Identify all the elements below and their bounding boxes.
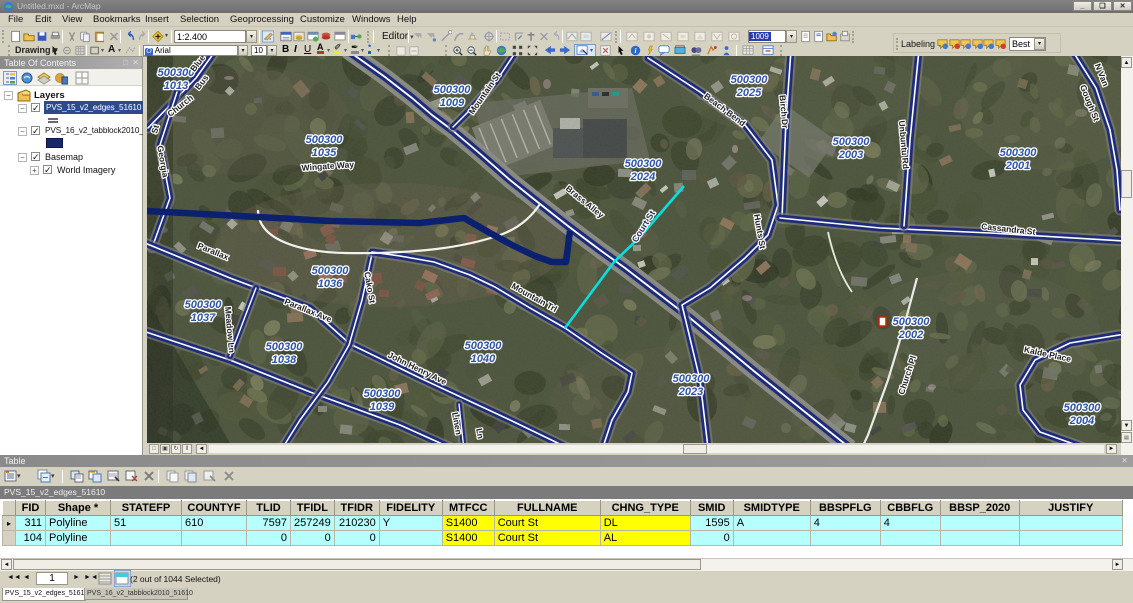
svg-text:1039: 1039 xyxy=(370,401,395,413)
svg-text:1038: 1038 xyxy=(272,354,297,366)
svg-text:500300: 500300 xyxy=(625,158,663,170)
svg-text:Ln: Ln xyxy=(474,427,486,439)
svg-text:1013: 1013 xyxy=(164,80,188,92)
svg-text:500300: 500300 xyxy=(434,84,472,96)
svg-text:500300: 500300 xyxy=(312,265,350,277)
svg-text:500300: 500300 xyxy=(1000,147,1038,159)
svg-text:500300: 500300 xyxy=(731,74,769,86)
svg-text:500300: 500300 xyxy=(673,373,711,385)
svg-text:1037: 1037 xyxy=(191,312,216,324)
svg-text:500300: 500300 xyxy=(364,388,402,400)
svg-text:500300: 500300 xyxy=(893,316,931,328)
svg-text:2004: 2004 xyxy=(1069,415,1094,427)
svg-text:2002: 2002 xyxy=(898,329,923,341)
svg-text:1040: 1040 xyxy=(471,353,496,365)
svg-text:500300: 500300 xyxy=(266,341,304,353)
svg-text:2003: 2003 xyxy=(838,149,863,161)
svg-text:i: i xyxy=(635,47,637,55)
svg-text:1009: 1009 xyxy=(440,97,465,109)
svg-text:2001: 2001 xyxy=(1005,160,1030,172)
svg-text:500300: 500300 xyxy=(1064,402,1102,414)
svg-text:2023: 2023 xyxy=(678,386,703,398)
svg-text:500300: 500300 xyxy=(306,134,344,146)
svg-text:2024: 2024 xyxy=(630,171,655,183)
svg-text:1036: 1036 xyxy=(318,278,343,290)
svg-text:2025: 2025 xyxy=(736,87,762,99)
svg-text:500300: 500300 xyxy=(833,136,871,148)
svg-text:500300: 500300 xyxy=(185,299,223,311)
svg-text:1035: 1035 xyxy=(312,147,337,159)
svg-text:500300: 500300 xyxy=(465,340,503,352)
